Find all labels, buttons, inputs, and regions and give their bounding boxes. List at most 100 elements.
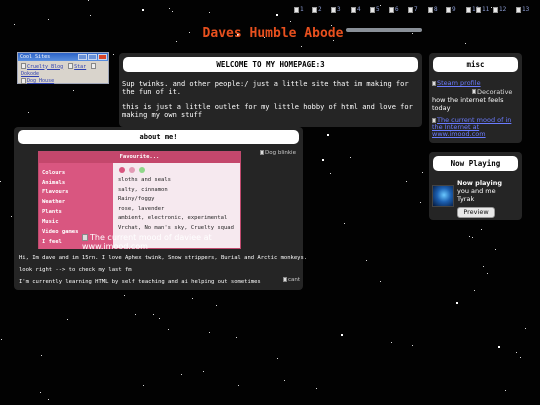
star — [316, 388, 317, 389]
star — [469, 236, 470, 237]
star — [41, 355, 42, 356]
top-icon-12[interactable]: 12 — [493, 5, 506, 15]
minimize-icon[interactable] — [78, 54, 87, 60]
top-icon-6[interactable]: 6 — [389, 5, 399, 15]
decorative-image: Decorative — [472, 88, 512, 96]
favourite-category[interactable]: Video games — [42, 229, 78, 235]
favourite-category[interactable]: Colours — [42, 170, 65, 176]
favourite-value: ambient, electronic, experimental — [118, 215, 228, 221]
star — [456, 302, 458, 304]
top-icon-11[interactable]: 11 — [476, 5, 489, 15]
star — [0, 181, 1, 182]
favourite-category[interactable]: Music — [42, 219, 59, 225]
star — [113, 54, 114, 55]
star — [73, 90, 74, 91]
top-icon-13[interactable]: 13 — [516, 5, 529, 15]
star — [474, 290, 475, 291]
favourite-value: Rainy/foggy — [118, 196, 155, 202]
broken-image-icon — [82, 234, 88, 241]
cool-site-link[interactable]: Cruelty Blog — [21, 64, 63, 70]
colour-swatch — [129, 167, 135, 173]
broken-image-icon — [428, 6, 433, 13]
favourite-value: sloths and seals — [118, 177, 171, 183]
star — [159, 318, 160, 319]
now-playing-artist[interactable]: Tyrak — [457, 195, 474, 203]
star — [88, 0, 89, 1]
top-icon-9[interactable]: 9 — [446, 5, 456, 15]
top-icon-1[interactable]: 1 — [294, 5, 304, 15]
broken-image-icon — [516, 6, 521, 13]
star — [48, 19, 49, 20]
top-icon-4[interactable]: 4 — [351, 5, 361, 15]
star — [412, 345, 413, 346]
star — [327, 134, 329, 136]
favourite-category[interactable]: I feel — [42, 239, 62, 245]
star — [350, 157, 351, 158]
cool-sites-window-title: Cool Sites — [20, 54, 51, 60]
cool-site-link[interactable]: Star — [68, 64, 86, 70]
star — [124, 295, 125, 296]
star — [330, 173, 331, 174]
broken-image-icon — [466, 6, 471, 13]
title-decoration-bar — [346, 28, 422, 32]
star — [284, 380, 285, 381]
broken-image-icon — [294, 6, 299, 13]
star — [48, 399, 49, 400]
steam-profile-link[interactable]: Steam profile — [432, 80, 492, 87]
star — [209, 12, 210, 13]
imood-link[interactable]: The current mood of in the Internet at w… — [432, 117, 520, 138]
top-icon-3[interactable]: 3 — [331, 5, 341, 15]
star — [505, 390, 506, 391]
favourite-category[interactable]: Weather — [42, 199, 65, 205]
colour-swatch — [119, 167, 125, 173]
star — [322, 159, 324, 161]
star — [422, 172, 423, 173]
broken-image-icon — [472, 89, 476, 94]
star — [525, 328, 526, 329]
cool-sites-links: Cruelty Blog Star Dokode Dog House — [18, 61, 108, 87]
star — [203, 371, 204, 372]
star — [301, 46, 302, 47]
favourite-value: Vrchat, No man's sky, Cruelty squad — [118, 225, 234, 231]
favourites-title: Favourite... — [39, 152, 240, 163]
internet-feels-caption: how the internet feels today — [432, 96, 504, 112]
about-text-line: Hi, Im dave and im 15rn. I love Aphex tw… — [19, 255, 308, 261]
album-art — [432, 185, 454, 207]
star — [344, 223, 345, 224]
star — [143, 385, 144, 386]
top-icon-8[interactable]: 8 — [428, 5, 438, 15]
star — [481, 229, 482, 230]
favourite-category[interactable]: Flavours — [42, 189, 69, 195]
broken-image-icon — [432, 117, 436, 123]
top-icon-7[interactable]: 7 — [408, 5, 418, 15]
mood-image-alt: The current mood of daviee at www.imood.… — [82, 233, 212, 251]
star — [465, 43, 466, 44]
star — [520, 357, 521, 358]
star — [90, 15, 91, 16]
star — [420, 202, 421, 203]
top-icon-2[interactable]: 2 — [312, 5, 322, 15]
favourite-value: rose, lavender — [118, 206, 165, 212]
cant-image: cant — [283, 277, 300, 283]
now-playing-label: Now playing — [457, 179, 502, 187]
preview-button[interactable]: Preview — [457, 207, 495, 218]
now-playing-heading: Now Playing — [433, 156, 518, 171]
star — [169, 8, 170, 9]
broken-image-icon — [408, 6, 413, 13]
favourite-category[interactable]: Plants — [42, 209, 62, 215]
top-icon-strip: 1 2 3 4 5 6 7 8 9 10 11 12 13 — [292, 5, 532, 15]
misc-heading: misc — [433, 57, 518, 72]
star — [391, 342, 392, 343]
cool-site-link[interactable]: Dog House — [21, 78, 54, 84]
colour-swatch — [139, 167, 145, 173]
top-icon-5[interactable]: 5 — [370, 5, 380, 15]
cool-sites-titlebar[interactable]: Cool Sites — [18, 53, 108, 61]
about-heading: about me! — [18, 130, 299, 144]
mood-image[interactable]: The current mood of daviee at www.imood.… — [82, 233, 242, 251]
favourite-category[interactable]: Animals — [42, 180, 65, 186]
broken-image-icon — [283, 277, 287, 282]
star — [366, 260, 367, 261]
star — [406, 181, 407, 182]
maximize-icon[interactable] — [88, 54, 97, 60]
close-icon[interactable] — [98, 54, 107, 60]
